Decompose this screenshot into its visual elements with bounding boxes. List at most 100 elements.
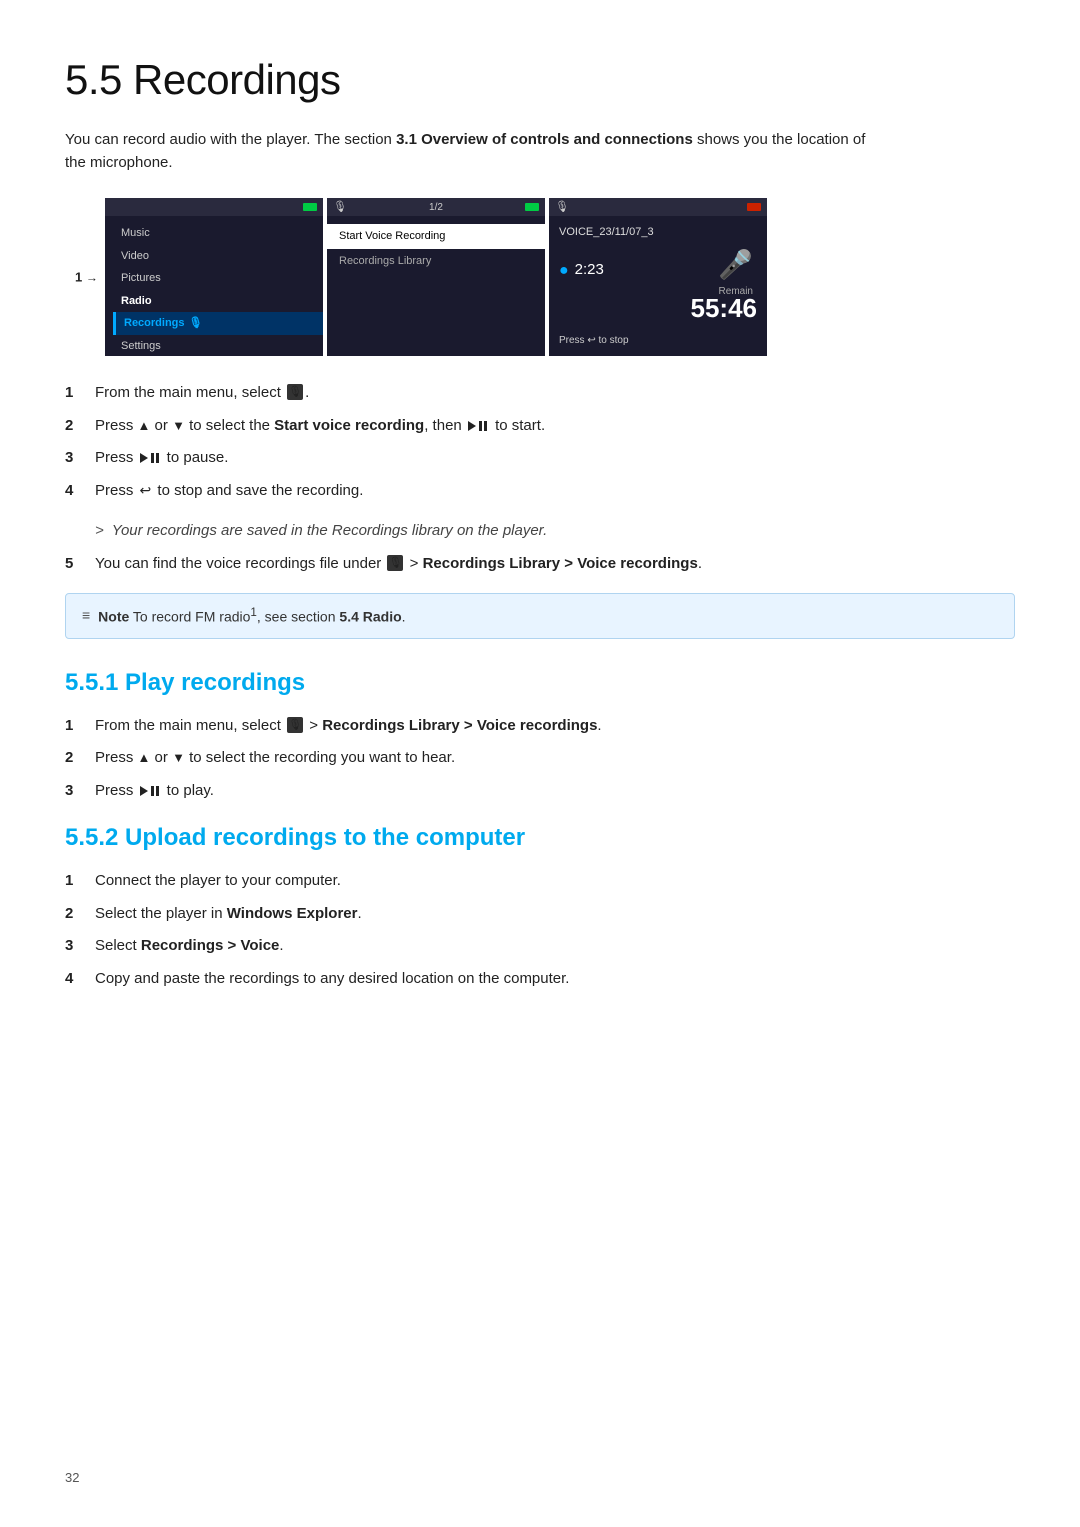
section-552-steps: 1 Connect the player to your computer. 2… [65, 870, 1015, 990]
recording-bullet: ● [559, 259, 569, 283]
section-552-title: 5.5.2 Upload recordings to the computer [65, 820, 1015, 856]
mic-icon-middle: 🎙 [333, 199, 347, 216]
step-1-text: From the main menu, select . [95, 382, 1015, 405]
pause-bars-2 [151, 453, 159, 463]
s552-step-2-text: Select the player in Windows Explorer. [95, 903, 1015, 926]
down-arrow-icon: ▼ [172, 418, 185, 433]
sub-step: > Your recordings are saved in the Recor… [95, 520, 1015, 543]
step-5-num: 5 [65, 553, 83, 576]
sub-step-text: Your recordings are saved in the Recordi… [112, 520, 548, 543]
step-3: 3 Press to pause. [65, 447, 1015, 470]
step-3-num: 3 [65, 447, 83, 470]
pause-bars-s551 [151, 786, 159, 796]
step-2-num: 2 [65, 415, 83, 438]
step-4-num: 4 [65, 480, 83, 503]
s551-step-3-num: 3 [65, 780, 83, 803]
mic-icon-s551-1 [287, 717, 303, 733]
screen-middle: 🎙 1/2 Start Voice Recording Recordings L… [327, 198, 545, 356]
step-2-text: Press ▲ or ▼ to select the Start voice r… [95, 415, 1015, 438]
battery-icon-right [747, 203, 761, 211]
menu-items-left: Music Video Pictures Radio Recordings 🎙 … [105, 216, 323, 356]
page-indicator: 1/2 [429, 200, 443, 215]
sub-step-arrow: > [95, 520, 104, 543]
battery-icon-left [303, 203, 317, 211]
step-3-text: Press to pause. [95, 447, 1015, 470]
menu-video: Video [121, 245, 323, 268]
screen-left: Music Video Pictures Radio Recordings 🎙 … [105, 198, 323, 356]
section-552-step-1: 1 Connect the player to your computer. [65, 870, 1015, 893]
mic-icon-step1 [287, 384, 303, 400]
screen-left-topbar [105, 198, 323, 216]
up-arrow-icon: ▲ [138, 418, 151, 433]
s551-step-2-text: Press ▲ or ▼ to select the recording you… [95, 747, 1015, 770]
section-551-step-2: 2 Press ▲ or ▼ to select the recording y… [65, 747, 1015, 770]
stop-instruction: Press ↩ to stop [559, 333, 629, 348]
remain-time: 55:46 [691, 289, 758, 328]
menu-music: Music [121, 222, 323, 245]
s551-step-1-num: 1 [65, 715, 83, 738]
step-4: 4 Press ↩ to stop and save the recording… [65, 480, 1015, 503]
s552-step-2-num: 2 [65, 903, 83, 926]
s552-step-4-text: Copy and paste the recordings to any des… [95, 968, 1015, 991]
step-4-text: Press ↩ to stop and save the recording. [95, 480, 1015, 503]
section-551-title: 5.5.1 Play recordings [65, 665, 1015, 701]
pause-bars [479, 421, 487, 431]
voice-filename: VOICE_23/11/07_3 [559, 224, 757, 241]
play-triangle [468, 421, 476, 431]
menu-list-middle: Start Voice Recording Recordings Library [327, 216, 545, 273]
step-badge-1: 1 → [75, 267, 98, 287]
section-551-step-1: 1 From the main menu, select > Recording… [65, 715, 1015, 738]
s552-step-3-num: 3 [65, 935, 83, 958]
back-icon-step4: ↩ [140, 480, 152, 501]
mic-icon-menu: 🎙 [189, 315, 203, 332]
section-552-step-2: 2 Select the player in Windows Explorer. [65, 903, 1015, 926]
play-pause-icon-step3 [140, 453, 161, 463]
play-triangle-2 [140, 453, 148, 463]
s551-step-2-num: 2 [65, 747, 83, 770]
menu-settings: Settings [121, 335, 323, 357]
step-2: 2 Press ▲ or ▼ to select the Start voice… [65, 415, 1015, 438]
s552-step-1-num: 1 [65, 870, 83, 893]
menu-radio: Radio [121, 290, 323, 313]
s552-step-3-text: Select Recordings > Voice. [95, 935, 1015, 958]
screen-right: 🎙 VOICE_23/11/07_3 🎤 Remain ● 2:23 55:46… [549, 198, 767, 356]
mic-icon-right: 🎙 [555, 199, 569, 216]
section-551-steps: 1 From the main menu, select > Recording… [65, 715, 1015, 803]
start-voice-recording-item: Start Voice Recording [327, 224, 545, 249]
intro-paragraph: You can record audio with the player. Th… [65, 129, 885, 174]
menu-pictures: Pictures [121, 267, 323, 290]
step-1-num: 1 [65, 382, 83, 405]
page-number: 32 [65, 1468, 79, 1488]
step-5: 5 You can find the voice recordings file… [65, 553, 1015, 576]
elapsed-time: 2:23 [575, 259, 604, 282]
page-title: 5.5 Recordings [65, 48, 1015, 111]
s552-step-4-num: 4 [65, 968, 83, 991]
note-icon: ≡ [82, 605, 90, 626]
mic-icon-step5 [387, 555, 403, 571]
screen-left-wrapper: 1 → Music Video Pictures Radio Recording… [105, 198, 323, 356]
section-552-step-3: 3 Select Recordings > Voice. [65, 935, 1015, 958]
play-pause-icon-step2 [468, 421, 489, 431]
section-552-step-4: 4 Copy and paste the recordings to any d… [65, 968, 1015, 991]
screen-middle-topbar: 🎙 1/2 [327, 198, 545, 216]
menu-recordings: Recordings 🎙 [113, 312, 323, 335]
s552-step-1-text: Connect the player to your computer. [95, 870, 1015, 893]
step5-list: 5 You can find the voice recordings file… [65, 553, 1015, 576]
battery-icon-middle [525, 203, 539, 211]
screen-right-topbar: 🎙 [549, 198, 767, 216]
screenshots-row: 1 → Music Video Pictures Radio Recording… [105, 198, 767, 356]
note-box: ≡ Note To record FM radio1, see section … [65, 593, 1015, 639]
mic-big-icon: 🎤 [718, 244, 753, 286]
s551-step-3-text: Press to play. [95, 780, 1015, 803]
down-arrow-s551: ▼ [172, 750, 185, 765]
play-triangle-s551 [140, 786, 148, 796]
note-text: Note To record FM radio1, see section 5.… [98, 604, 405, 628]
step-1: 1 From the main menu, select . [65, 382, 1015, 405]
step-5-text: You can find the voice recordings file u… [95, 553, 1015, 576]
section-551-step-3: 3 Press to play. [65, 780, 1015, 803]
s551-step-1-text: From the main menu, select > Recordings … [95, 715, 1015, 738]
play-pause-icon-s551 [140, 786, 161, 796]
up-arrow-s551: ▲ [138, 750, 151, 765]
main-steps-list: 1 From the main menu, select . 2 Press ▲… [65, 382, 1015, 502]
recordings-library-item: Recordings Library [327, 249, 545, 274]
